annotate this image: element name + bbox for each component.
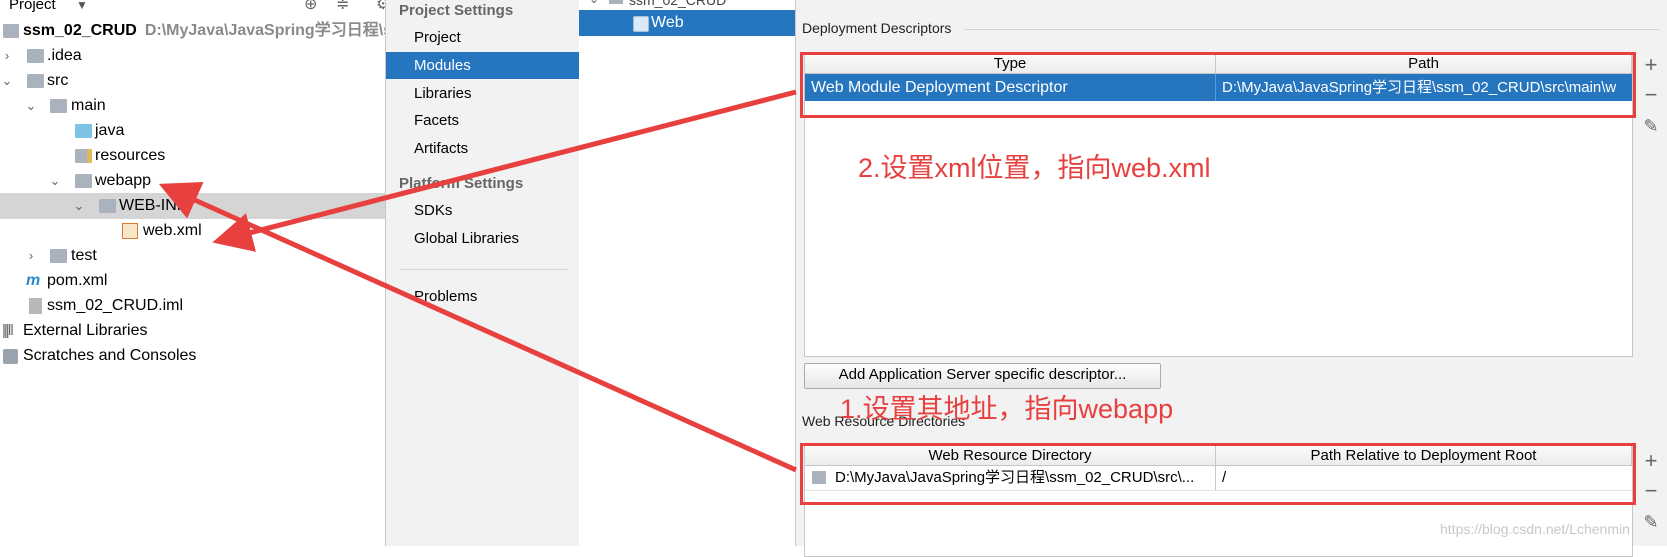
annotation-arrows xyxy=(158,89,798,473)
arrow-to-webapp xyxy=(158,182,798,473)
arrow-to-web-xml xyxy=(212,89,797,252)
